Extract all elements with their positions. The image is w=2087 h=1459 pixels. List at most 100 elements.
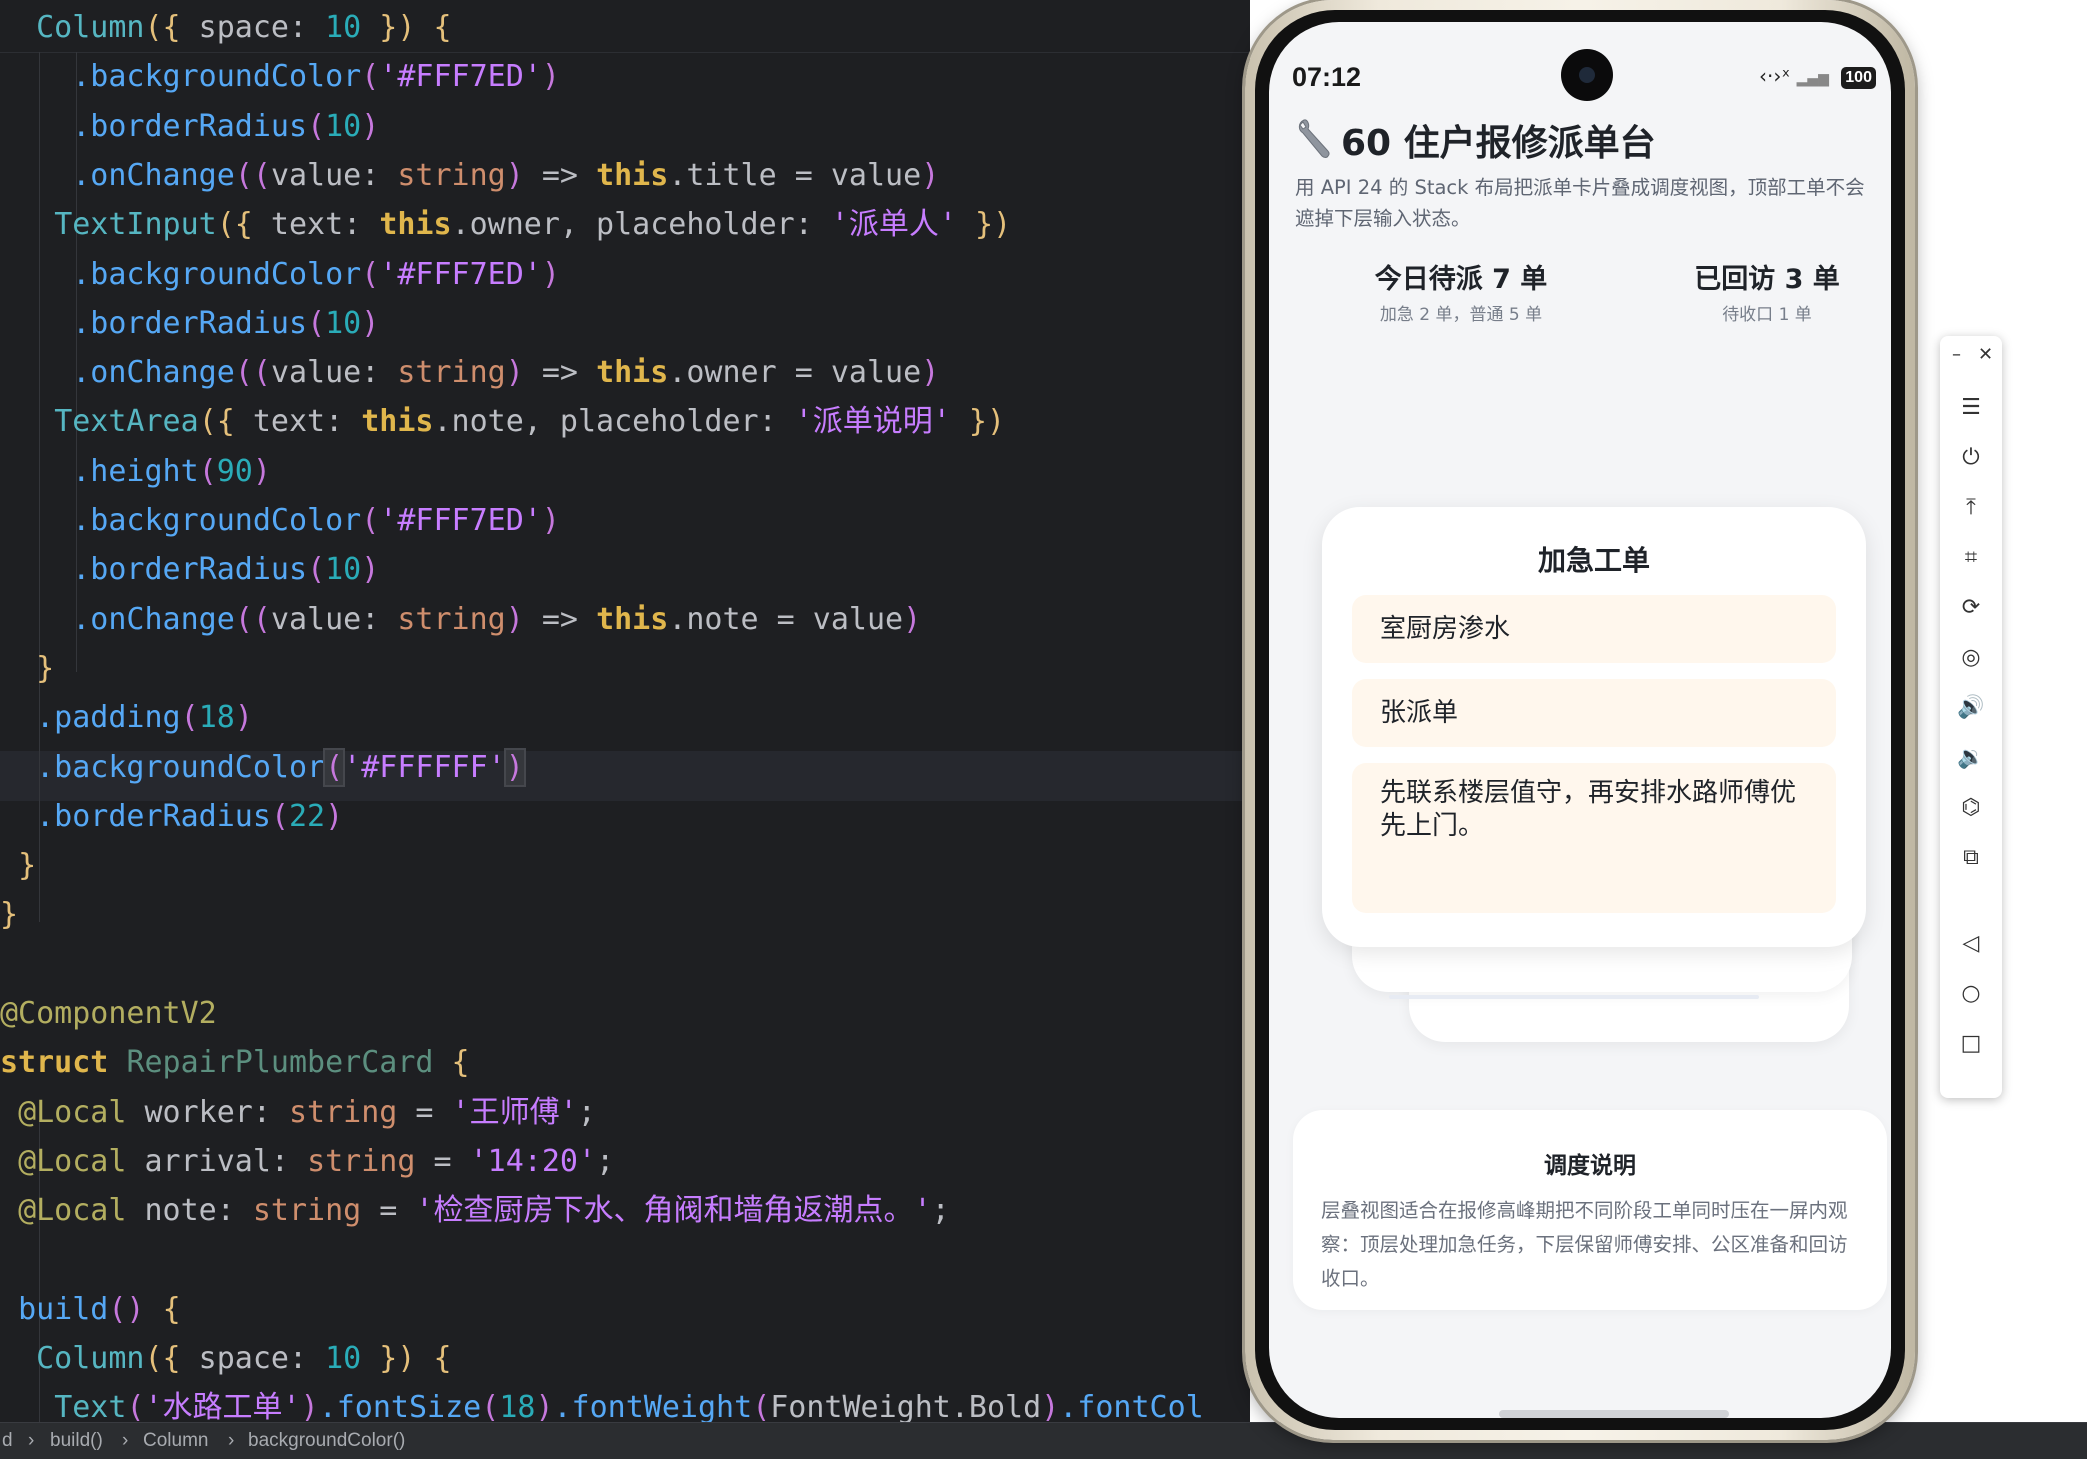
breadcrumb-item[interactable]: backgroundColor() [248,1423,405,1459]
code-token: ) [505,601,524,637]
code-token: ) [505,157,524,193]
code-token: @Local [18,1094,127,1130]
code-token: ) [541,256,560,292]
close-button[interactable]: ✕ [1978,344,1993,365]
code-line[interactable]: .onChange((value: string) => this.note =… [0,595,921,645]
code-line[interactable]: .backgroundColor('#FFF7ED') [0,496,560,546]
home-indicator[interactable] [1499,1410,1729,1418]
battery-icon: 100 [1841,66,1876,89]
code-token: { [433,10,452,45]
shake-button[interactable]: ⌬ [1940,788,2002,828]
code-token: } [36,650,55,686]
code-token: .borderRadius [72,108,308,144]
code-token: 10 [325,10,362,45]
code-editor[interactable]: Column({ space: 10 }) { .backgroundColor… [0,0,1250,1422]
code-token: text: [252,207,380,243]
code-token: .note, placeholder: [433,404,795,440]
recent-apps-button[interactable]: □ [1940,1024,2002,1064]
code-line[interactable]: .onChange((value: string) => this.owner … [0,348,939,398]
code-token: .fontCol [1059,1390,1204,1422]
note-textarea[interactable]: 先联系楼层值守，再安排水路师傅优先上门。 [1352,763,1836,913]
code-line[interactable]: .onChange((value: string) => this.title … [0,151,939,201]
page-title: 60 住户报修派单台 [1295,116,1656,166]
code-line[interactable]: TextInput({ text: this.owner, placeholde… [0,200,1011,250]
code-line[interactable]: .backgroundColor('#FFF7ED') [0,250,560,300]
code-token: .onChange [72,157,235,193]
code-token: 18 [198,700,235,736]
code-line[interactable]: build() { [0,1285,181,1335]
pin-top-button[interactable]: ⤒ [1940,488,2002,528]
menu-icon: ☰ [1961,395,1981,420]
location-button[interactable]: ◎ [1940,638,2002,678]
code-token: ( [361,59,380,95]
code-line[interactable]: @Local arrival: string = '14:20'; [0,1137,614,1187]
code-token: }) [956,207,1012,243]
code-line[interactable]: .borderRadius(10) [0,299,379,349]
minimize-button[interactable]: – [1952,344,1961,365]
code-line[interactable]: Column({ space: 10 }) { [0,3,452,53]
code-line[interactable]: } [0,644,54,694]
title-input[interactable]: 室厨房渗水 [1352,595,1836,663]
code-token: (( [234,157,271,193]
home-button[interactable]: ○ [1940,974,2002,1014]
back-button[interactable]: ◁ [1940,924,2002,964]
code-token: = [361,1193,416,1229]
phone-screen[interactable]: 07:12 ‹·›ˣ ▂▄▆ 100 60 住户报修派单台 用 API 24 的… [1269,22,1891,1418]
code-line[interactable]: @ComponentV2 [0,989,217,1039]
multi-device-button[interactable]: ⧉ [1940,838,2002,878]
code-token: build [18,1291,109,1327]
code-line[interactable]: } [0,841,36,891]
urgent-order-card: 加急工单 室厨房渗水 张派单 先联系楼层值守，再安排水路师傅优先上门。 [1322,507,1866,947]
code-line[interactable]: @Local note: string = '检查厨房下水、角阀和墙角返潮点。'… [0,1186,950,1236]
code-token: ( [180,700,199,736]
code-token: => [523,355,597,391]
code-line[interactable]: } [0,890,18,940]
code-line[interactable]: .height(90) [0,447,271,497]
code-token: ) [541,59,560,95]
code-token: .onChange [72,355,235,391]
code-token: .onChange [72,601,235,637]
menu-button[interactable]: ☰ [1940,388,2002,428]
code-line[interactable]: .borderRadius(22) [0,792,343,842]
code-line[interactable]: Column({ space: 10 }) { [0,1334,451,1384]
rotate-button[interactable]: ⟳ [1940,588,2002,628]
code-token: ; [931,1193,950,1229]
power-button[interactable]: ⏻ [1940,438,2002,478]
code-token: 90 [216,453,253,489]
code-line[interactable]: @Local worker: string = '王师傅'; [0,1088,596,1138]
code-line[interactable]: Text('水路工单').fontSize(18).fontWeight(Fon… [0,1383,1204,1422]
crop-button[interactable]: ⌗ [1940,538,2002,578]
code-token: '水路工单' [144,1390,301,1422]
code-token: string [397,157,506,193]
code-line[interactable]: .borderRadius(10) [0,102,379,152]
code-line[interactable]: TextArea({ text: this.note, placeholder:… [0,397,1005,447]
code-line[interactable]: .padding(18) [0,693,253,743]
note-body: 层叠视图适合在报修高峰期把不同阶段工单同时压在一屏内观察：顶层处理加急任务，下层… [1321,1199,1848,1290]
code-token: } [18,848,37,884]
code-token: value: [270,157,398,193]
code-token: 10 [325,305,362,341]
code-token: this [596,601,669,637]
code-token: 10 [325,552,362,588]
stat-value: 今日待派 7 单 [1374,264,1548,295]
breadcrumb-item[interactable]: Column [143,1423,208,1459]
breadcrumb-item[interactable]: d [2,1423,13,1459]
recent-apps-icon: □ [1960,1031,1982,1056]
crop-icon: ⌗ [1964,545,1978,570]
code-line[interactable]: .backgroundColor('#FFFFFF') [0,743,526,793]
code-line[interactable]: .borderRadius(10) [0,545,379,595]
code-line[interactable]: struct RepairPlumberCard { [0,1038,470,1088]
code-token: .backgroundColor [72,59,362,95]
code-token: ) [541,503,560,538]
code-token: 10 [325,1341,362,1377]
code-line[interactable]: .backgroundColor('#FFF7ED') [0,52,560,102]
volume-down-button[interactable]: 🔉 [1940,738,2002,778]
volume-up-button[interactable]: 🔊 [1940,688,2002,728]
breadcrumb-item[interactable]: build() [50,1423,103,1459]
owner-input[interactable]: 张派单 [1352,679,1836,747]
code-token: space: [180,1341,326,1377]
